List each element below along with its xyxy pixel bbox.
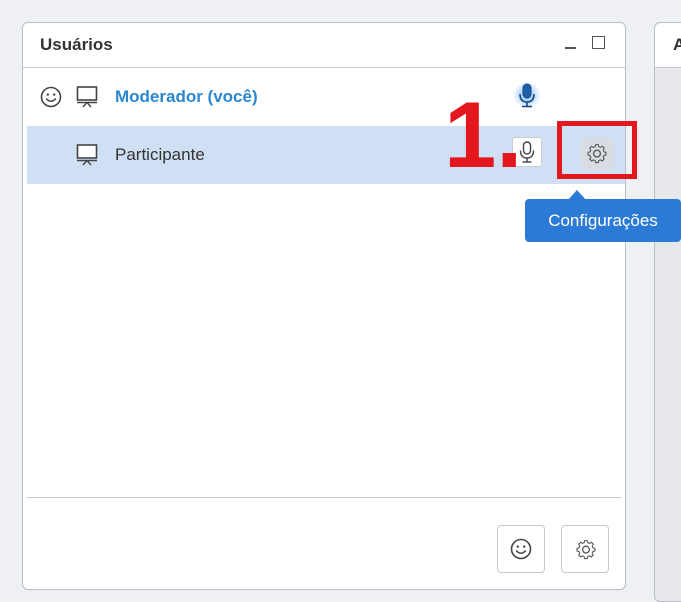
- smiley-icon[interactable]: [39, 85, 63, 109]
- settings-tooltip: Configurações: [525, 199, 681, 242]
- screen: A Usuários Moderador (você) Participante…: [0, 0, 681, 602]
- step-number-annotation: 1.: [444, 82, 523, 187]
- emoji-button[interactable]: [497, 525, 545, 573]
- users-panel-header: Usuários: [23, 23, 625, 68]
- highlight-box: [557, 121, 637, 179]
- right-panel-header: A: [655, 23, 681, 68]
- settings-button[interactable]: [561, 525, 609, 573]
- smiley-icon: [509, 537, 533, 561]
- panel-title: Usuários: [40, 35, 113, 54]
- right-panel: A: [654, 22, 681, 602]
- minimize-icon[interactable]: [563, 35, 579, 51]
- right-panel-title: A: [673, 35, 681, 54]
- presenter-icon[interactable]: [75, 84, 99, 108]
- participant-name: Participante: [115, 145, 205, 164]
- gear-icon: [570, 534, 602, 566]
- presenter-icon[interactable]: [75, 142, 99, 166]
- footer-divider: [27, 497, 621, 498]
- users-panel: Usuários Moderador (você) Participante: [22, 22, 626, 590]
- maximize-icon[interactable]: [591, 35, 607, 51]
- user-row-moderator[interactable]: Moderador (você): [27, 68, 625, 126]
- user-row-participant[interactable]: Participante: [27, 126, 625, 184]
- moderator-name: Moderador (você): [115, 87, 258, 106]
